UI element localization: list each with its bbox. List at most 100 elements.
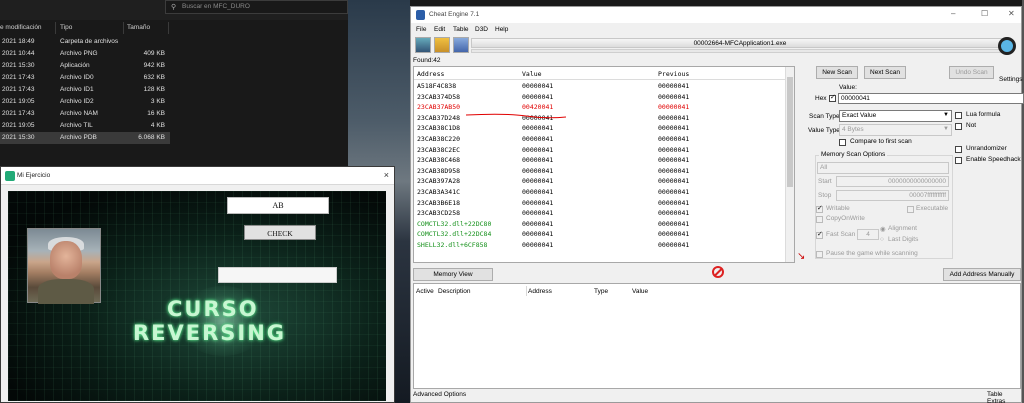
memory-view-button[interactable]: Memory View bbox=[413, 268, 493, 281]
compare-first-label[interactable]: Compare to first scan bbox=[850, 138, 912, 145]
start-address-input[interactable]: 0000000000000000 bbox=[836, 176, 949, 187]
column-size[interactable]: Tamaño bbox=[127, 24, 150, 31]
pause-game-checkbox[interactable] bbox=[816, 251, 823, 258]
file-row[interactable]: 2021 18:49 Carpeta de archivos bbox=[0, 36, 170, 48]
column-previous[interactable]: Previous bbox=[658, 70, 689, 78]
table-extras-link[interactable]: Table Extras bbox=[987, 391, 1021, 403]
result-row[interactable]: COMCTL32.dll+22DC84 00000041 00000041 bbox=[414, 229, 794, 240]
hex-checkbox[interactable] bbox=[829, 93, 836, 102]
copy-on-write-checkbox[interactable] bbox=[816, 216, 823, 223]
executable-label[interactable]: Executable bbox=[916, 205, 948, 212]
settings-label[interactable]: Settings bbox=[999, 76, 1023, 83]
not-checkbox[interactable] bbox=[955, 123, 962, 130]
lua-formula-checkbox[interactable] bbox=[955, 112, 962, 119]
stop-address-input[interactable]: 00007fffffffffff bbox=[836, 190, 949, 201]
text-input[interactable]: AB bbox=[227, 197, 329, 214]
result-row[interactable]: 23CAB38C220 00000041 00000041 bbox=[414, 134, 794, 145]
stop-icon[interactable] bbox=[712, 266, 724, 278]
not-label[interactable]: Not bbox=[966, 122, 976, 129]
maximize-icon[interactable]: ☐ bbox=[981, 9, 988, 18]
address-table[interactable]: Active Description Address Type Value bbox=[413, 283, 1021, 389]
select-process-icon[interactable] bbox=[415, 37, 431, 53]
last-digits-label[interactable]: Last Digits bbox=[888, 236, 918, 243]
alignment-label[interactable]: Alignment bbox=[888, 225, 917, 232]
copy-on-write-label[interactable]: CopyOnWrite bbox=[826, 215, 865, 222]
vertical-scrollbar[interactable] bbox=[785, 67, 794, 262]
file-row[interactable]: 2021 15:30 Aplicación 942 KB bbox=[0, 60, 170, 72]
result-row[interactable]: 23CAB374D58 00000041 00000041 bbox=[414, 92, 794, 103]
speedhack-label[interactable]: Enable Speedhack bbox=[966, 156, 1021, 163]
compare-first-checkbox[interactable] bbox=[839, 139, 846, 146]
column-description[interactable]: Description bbox=[438, 288, 471, 295]
result-row[interactable]: 23CAB38C468 00000041 00000041 bbox=[414, 155, 794, 166]
scrollbar-thumb[interactable] bbox=[787, 77, 793, 187]
process-name[interactable]: 00002664-MFCApplication1.exe bbox=[471, 38, 1009, 48]
result-row[interactable]: 23CAB38C2EC 00000041 00000041 bbox=[414, 145, 794, 156]
open-file-icon[interactable] bbox=[434, 37, 450, 53]
scan-type-select[interactable]: Exact Value ▼ bbox=[839, 110, 952, 122]
column-separator[interactable] bbox=[123, 22, 124, 34]
writable-label[interactable]: Writable bbox=[826, 205, 850, 212]
search-box[interactable]: ⚲ Buscar en MFC_DURO bbox=[165, 0, 348, 14]
result-row[interactable]: 23CAB38D958 00000041 00000041 bbox=[414, 166, 794, 177]
value-type-select[interactable]: 4 Bytes ▼ bbox=[839, 124, 952, 136]
save-icon[interactable] bbox=[453, 37, 469, 53]
unrandomizer-checkbox[interactable] bbox=[955, 146, 962, 153]
result-row[interactable]: 23CAB397A28 00000041 00000041 bbox=[414, 176, 794, 187]
lua-formula-label[interactable]: Lua formula bbox=[966, 111, 1000, 118]
add-address-button[interactable]: Add Address Manually bbox=[943, 268, 1021, 281]
column-type[interactable]: Tipo bbox=[60, 24, 72, 31]
result-row[interactable]: 23CAB3A341C 00000041 00000041 bbox=[414, 187, 794, 198]
close-icon[interactable]: ✕ bbox=[1008, 9, 1015, 18]
file-row[interactable]: 2021 19:05 Archivo TIL 4 KB bbox=[0, 120, 170, 132]
file-row[interactable]: 2021 10:44 Archivo PNG 409 KB bbox=[0, 48, 170, 60]
new-scan-button[interactable]: New Scan bbox=[816, 66, 858, 79]
scan-results-list[interactable]: Address Value Previous A518F4C838 0000004… bbox=[413, 66, 795, 263]
window-titlebar[interactable]: Mi Ejercicio × bbox=[1, 167, 394, 185]
fast-scan-label[interactable]: Fast Scan bbox=[826, 231, 855, 238]
column-active[interactable]: Active bbox=[416, 288, 434, 295]
executable-checkbox[interactable] bbox=[907, 206, 914, 213]
menu-file[interactable]: File bbox=[416, 26, 426, 33]
pause-game-label[interactable]: Pause the game while scanning bbox=[826, 250, 918, 257]
fast-scan-value[interactable]: 4 bbox=[857, 229, 879, 240]
last-digits-radio[interactable]: ○ bbox=[880, 236, 884, 243]
column-separator[interactable] bbox=[55, 22, 56, 34]
result-row[interactable]: SHELL32.dll+6CF858 00000041 00000041 bbox=[414, 240, 794, 251]
result-row[interactable]: 23CAB3CD258 00000041 00000041 bbox=[414, 208, 794, 219]
column-address[interactable]: Address bbox=[528, 288, 552, 295]
result-row[interactable]: COMCTL32.dll+22DC80 00000041 00000041 bbox=[414, 219, 794, 230]
fast-scan-checkbox[interactable] bbox=[816, 230, 823, 239]
menu-table[interactable]: Table bbox=[453, 26, 469, 33]
advanced-options-link[interactable]: Advanced Options bbox=[413, 391, 466, 398]
undo-scan-button[interactable]: Undo Scan bbox=[949, 66, 994, 79]
file-row[interactable]: 2021 19:05 Archivo ID2 3 KB bbox=[0, 96, 170, 108]
menu-help[interactable]: Help bbox=[495, 26, 508, 33]
column-value[interactable]: Value bbox=[522, 70, 542, 78]
column-separator[interactable] bbox=[168, 22, 169, 34]
result-field[interactable] bbox=[218, 267, 337, 283]
check-button[interactable]: CHECK bbox=[244, 225, 316, 240]
menu-edit[interactable]: Edit bbox=[434, 26, 445, 33]
file-row[interactable]: 2021 17:43 Archivo ID1 128 KB bbox=[0, 84, 170, 96]
alignment-radio[interactable]: ◉ bbox=[880, 225, 886, 233]
result-row[interactable]: A518F4C838 00000041 00000041 bbox=[414, 81, 794, 92]
file-row[interactable]: 2021 17:43 Archivo ID0 632 KB bbox=[0, 72, 170, 84]
result-row[interactable]: 23CAB38C1D8 00000041 00000041 bbox=[414, 123, 794, 134]
minimize-icon[interactable]: – bbox=[951, 9, 955, 18]
file-row[interactable]: 2021 15:30 Archivo PDB 6.068 KB bbox=[0, 132, 170, 144]
cheat-engine-logo[interactable] bbox=[996, 35, 1018, 65]
column-type[interactable]: Type bbox=[594, 288, 608, 295]
window-titlebar[interactable]: Cheat Engine 7.1 – ☐ ✕ bbox=[411, 7, 1021, 23]
close-button[interactable]: × bbox=[384, 170, 389, 180]
unrandomizer-label[interactable]: Unrandomizer bbox=[966, 145, 1007, 152]
writable-checkbox[interactable] bbox=[816, 204, 823, 213]
column-value[interactable]: Value bbox=[632, 288, 648, 295]
file-row[interactable]: 2021 17:43 Archivo NAM 16 KB bbox=[0, 108, 170, 120]
next-scan-button[interactable]: Next Scan bbox=[864, 66, 906, 79]
column-address[interactable]: Address bbox=[417, 70, 444, 78]
menu-d3d[interactable]: D3D bbox=[475, 26, 488, 33]
memory-region-select[interactable]: All bbox=[817, 162, 949, 174]
column-date[interactable]: e modificación bbox=[0, 24, 42, 31]
column-separator[interactable] bbox=[526, 286, 527, 296]
